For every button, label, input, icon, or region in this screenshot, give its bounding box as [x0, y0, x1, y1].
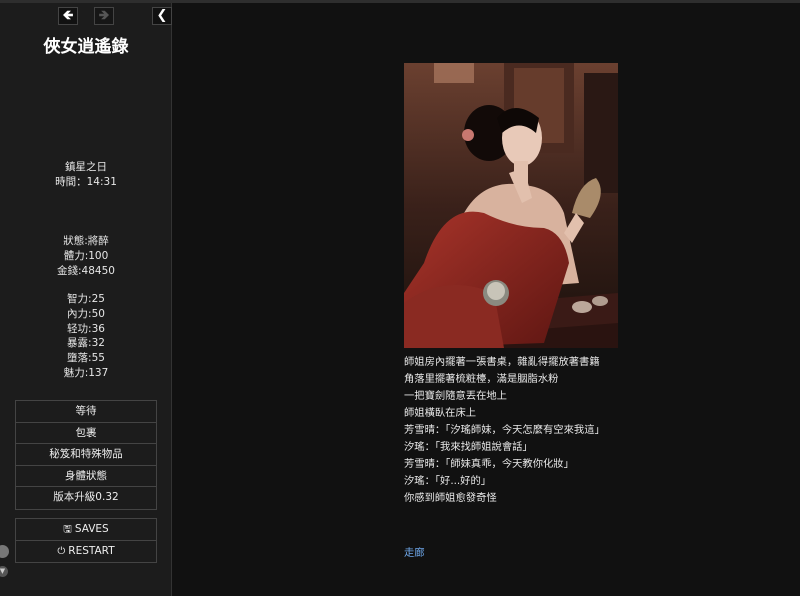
menu-body-status[interactable]: 身體狀態: [16, 466, 156, 487]
history-back-button[interactable]: 🡸: [58, 7, 78, 25]
stat-inner-power: 內力:50: [67, 307, 105, 320]
story-line: 角落里擺著梳粧檯，滿是胭脂水粉: [404, 373, 559, 385]
stat-corruption: 墮落:55: [67, 352, 105, 365]
menu-version[interactable]: 版本升級0.32: [16, 487, 156, 509]
stat-stamina: 體力:100: [63, 249, 109, 262]
story-text: 師姐房內擺著一張書桌，雜亂得擺放著書籍 角落里擺著梳粧檯，滿是胭脂水粉 一把寶劍…: [404, 354, 605, 507]
stat-charm: 魅力:137: [63, 366, 109, 379]
sidebar: 🡸 🡺 ❮ 俠女逍遙錄 鎮星之日 時間：14:31 狀態:將醉 體力:100 金…: [0, 3, 172, 596]
stat-status: 狀態:將醉: [63, 235, 109, 247]
story-line: 汐瑤：「好...好的」: [404, 475, 492, 487]
story-line: 芳雪晴：「師妹真乖，今天教你化妝」: [404, 458, 574, 470]
sidebar-menu: 等待 包裹 秘笈和特殊物品 身體狀態 版本升級0.32: [15, 400, 157, 510]
arrow-left-icon: 🡸: [62, 8, 74, 23]
story-line: 師姐房內擺著一張書桌，雜亂得擺放著書籍: [404, 356, 600, 368]
game-title: 俠女逍遙錄: [43, 37, 129, 57]
history-forward-button[interactable]: 🡺: [94, 7, 114, 25]
arrow-right-icon: 🡺: [98, 8, 110, 23]
status-panel: 狀態:將醉 體力:100 金錢:48450: [0, 234, 172, 278]
menu-special-items[interactable]: 秘笈和特殊物品: [16, 444, 156, 466]
menu-inventory[interactable]: 包裹: [16, 423, 156, 444]
restart-button[interactable]: ⏻ RESTART: [16, 541, 156, 563]
dropdown-icon[interactable]: ▼: [0, 566, 8, 577]
story-line: 汐瑤：「我來找師姐說會話」: [404, 441, 533, 453]
story-line: 芳雪晴：「汐瑤師妹，今天怎麼有空來我這」: [404, 424, 605, 436]
clock-label: 時間：14:31: [55, 175, 117, 188]
stat-money: 金錢:48450: [57, 264, 115, 277]
menu-wait[interactable]: 等待: [16, 401, 156, 423]
ui-bar-toggle-icon[interactable]: [0, 545, 9, 558]
scene-image: [404, 63, 618, 348]
sidebar-collapse-button[interactable]: ❮: [152, 7, 172, 25]
story-line: 一把寶劍隨意丟在地上: [404, 390, 507, 402]
corridor-link[interactable]: 走廊: [404, 544, 425, 559]
story-line: 你感到師姐愈發奇怪: [404, 492, 497, 504]
saves-button[interactable]: 🖫 SAVES: [16, 519, 156, 541]
stat-exposure: 暴露:32: [67, 337, 105, 350]
attribute-panel: 智力:25 內力:50 轻功:36 暴露:32 墮落:55 魅力:137: [0, 292, 172, 381]
chevron-left-icon: ❮: [156, 8, 168, 23]
floppy-disk-icon: 🖫: [63, 524, 72, 535]
power-icon: ⏻: [57, 545, 66, 557]
stat-agility: 轻功:36: [67, 322, 105, 335]
day-label: 鎮星之日: [65, 161, 107, 173]
stat-intelligence: 智力:25: [67, 293, 105, 305]
time-panel: 鎮星之日 時間：14:31: [0, 160, 172, 190]
story-line: 師姐橫臥在床上: [404, 407, 477, 419]
system-menu: 🖫 SAVES ⏻ RESTART: [15, 518, 157, 563]
